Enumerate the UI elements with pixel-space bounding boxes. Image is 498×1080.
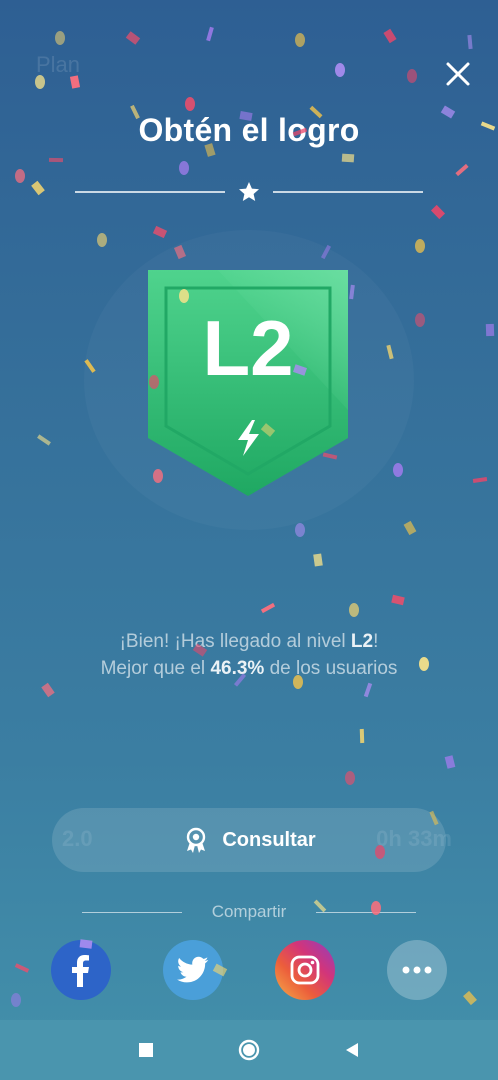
system-navigation-bar: [0, 1020, 498, 1080]
confetti-piece: [37, 434, 51, 446]
award-icon: [187, 827, 206, 853]
twitter-icon: [177, 956, 209, 983]
badge-level-text: L2: [202, 304, 293, 392]
confetti-piece: [313, 553, 323, 567]
confetti-piece: [335, 63, 345, 77]
confetti-piece: [467, 34, 473, 50]
achievement-badge: L2: [148, 270, 348, 496]
recents-square-icon[interactable]: [134, 1038, 158, 1062]
confetti-piece: [14, 963, 30, 973]
instagram-share-button[interactable]: [275, 940, 335, 1000]
confetti-piece: [97, 233, 107, 247]
confetti-piece: [430, 204, 446, 220]
confetti-piece: [415, 239, 425, 253]
confetti-piece: [260, 602, 276, 614]
confetti-piece: [444, 755, 456, 769]
consult-button[interactable]: Consultar: [52, 808, 446, 872]
confetti-piece: [407, 69, 417, 83]
message-level: L2: [350, 631, 374, 652]
confetti-piece: [391, 594, 405, 606]
confetti-piece: [295, 33, 305, 47]
confetti-piece: [472, 477, 488, 483]
achievement-message: ¡Bien! ¡Has llegado al nivel L2! Mejor q…: [60, 628, 438, 682]
confetti-piece: [206, 26, 214, 42]
confetti-piece: [415, 313, 425, 327]
confetti-piece: [31, 180, 45, 196]
message-text-3: Mejor que el: [100, 658, 211, 679]
confetti-piece: [185, 97, 195, 111]
confetti-piece: [41, 682, 55, 698]
background-screen-title: Plan: [36, 52, 81, 77]
confetti-piece: [403, 520, 417, 536]
title-divider: [75, 180, 423, 204]
star-icon: [239, 182, 259, 201]
confetti-piece: [152, 225, 168, 239]
close-button[interactable]: [444, 60, 472, 88]
message-percent: 46.3%: [210, 658, 265, 679]
confetti-piece: [11, 993, 21, 1007]
confetti-piece: [125, 31, 141, 45]
confetti-piece: [455, 163, 469, 177]
confetti-piece: [48, 157, 64, 163]
instagram-icon: [290, 955, 320, 985]
message-text-1: ¡Bien! ¡Has llegado al nivel: [119, 631, 351, 652]
more-icon: [402, 966, 432, 974]
confetti-piece: [349, 603, 359, 617]
confetti-piece: [295, 523, 305, 537]
twitter-share-button[interactable]: [163, 940, 223, 1000]
close-icon: [446, 62, 470, 86]
more-share-button[interactable]: [387, 940, 447, 1000]
confetti-piece: [363, 682, 373, 698]
confetti-piece: [463, 990, 477, 1006]
message-text-2: !: [373, 631, 379, 652]
facebook-share-button[interactable]: [51, 940, 111, 1000]
confetti-piece: [485, 323, 495, 337]
confetti-piece: [393, 463, 403, 477]
confetti-piece: [341, 153, 355, 163]
consult-button-label: Consultar: [222, 828, 316, 851]
back-triangle-icon[interactable]: [340, 1038, 364, 1062]
share-section: Compartir: [82, 902, 416, 924]
message-text-4: de los usuarios: [264, 658, 398, 679]
confetti-piece: [383, 28, 397, 44]
confetti-piece: [179, 161, 189, 175]
confetti-piece: [359, 728, 365, 744]
confetti-piece: [55, 31, 65, 45]
modal-title: Obtén el logro: [138, 112, 360, 148]
facebook-icon: [72, 955, 89, 987]
home-circle-icon[interactable]: [237, 1038, 261, 1062]
confetti-piece: [15, 169, 25, 183]
confetti-piece: [345, 771, 355, 785]
